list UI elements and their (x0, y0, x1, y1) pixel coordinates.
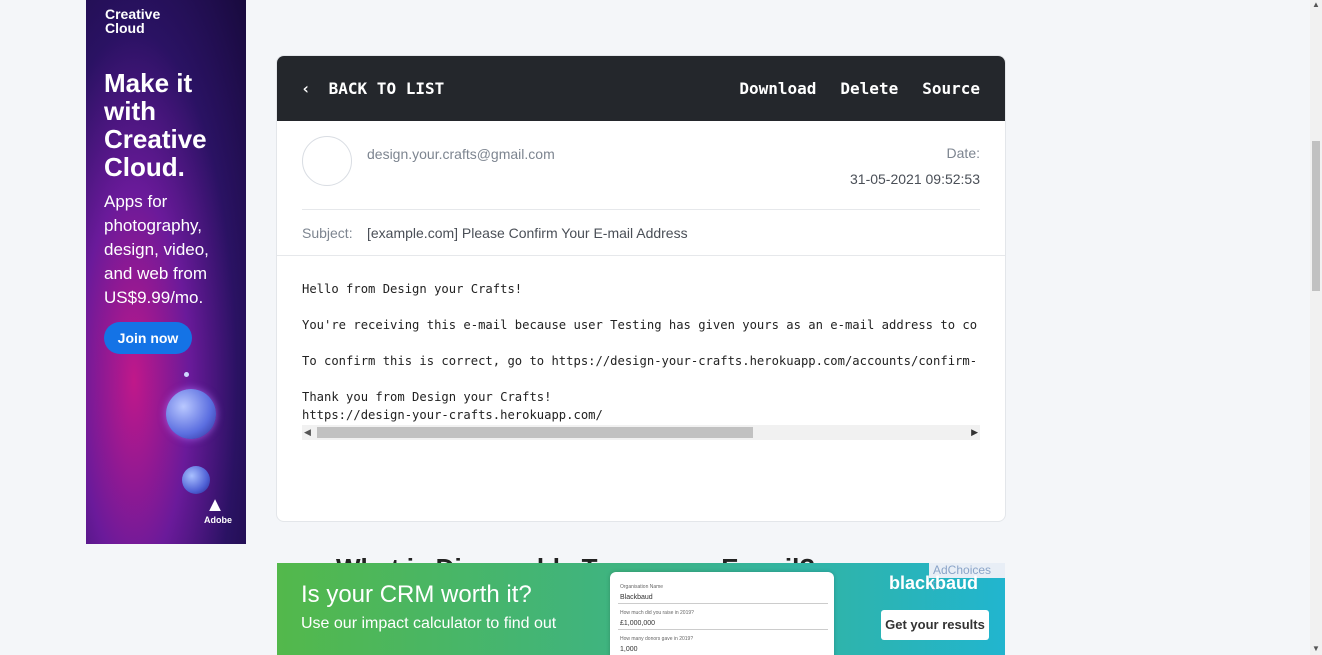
page-scrollbar-thumb[interactable] (1312, 141, 1320, 291)
subject-divider (277, 255, 1005, 256)
email-body-horizontal-scrollbar[interactable]: ◀ ▶ (302, 425, 980, 440)
ad-subline: Use our impact calculator to find out (301, 615, 557, 632)
scroll-right-icon[interactable]: ▶ (971, 427, 978, 438)
back-to-list-label: BACK TO LIST (328, 79, 445, 98)
back-to-list-button[interactable]: ‹ BACK TO LIST (301, 79, 444, 98)
ad-form-field: Blackbaud (618, 592, 828, 604)
source-button[interactable]: Source (922, 79, 980, 98)
adobe-logo: ▲ Adobe (204, 494, 232, 525)
scroll-left-icon[interactable]: ◀ (304, 427, 311, 438)
subject-label: Subject: (302, 225, 353, 241)
ad-subtext: Apps for photography, design, video, and… (104, 192, 209, 307)
scroll-up-icon[interactable]: ▲ (1312, 0, 1320, 9)
ad-brand-logo: blackbaud (889, 573, 979, 593)
ad-planet-small-decoration (182, 466, 210, 494)
ad-form-label: Organisation Name (620, 584, 664, 590)
subject-value: [example.com] Please Confirm Your E-mail… (367, 225, 688, 241)
left-ad-banner[interactable]: Creative Cloud Make it with Creative Clo… (86, 0, 246, 544)
page-vertical-scrollbar[interactable]: ▲ ▼ (1310, 0, 1322, 655)
ad-brand: Creative Cloud (105, 6, 161, 36)
ad-form-preview: Organisation Name Blackbaud How much did… (610, 572, 834, 655)
delete-button[interactable]: Delete (840, 79, 898, 98)
ad-form-label: How much did you raise in 2019? (620, 610, 694, 616)
ad-form-label: How many donors gave in 2019? (620, 636, 694, 642)
scroll-down-icon[interactable]: ▼ (1312, 644, 1320, 653)
chevron-left-icon: ‹ (301, 79, 311, 98)
ad-cta-button[interactable]: Get your results (881, 610, 989, 640)
header-divider (302, 209, 980, 210)
date-label: Date: (946, 145, 980, 161)
email-body: Hello from Design your Crafts! You're re… (302, 282, 978, 422)
ad-form-field: 1,000 (618, 644, 828, 655)
ad-planet-decoration (166, 389, 216, 439)
email-view-card: ‹ BACK TO LIST Download Delete Source de… (276, 55, 1006, 522)
adobe-logo-text: Adobe (204, 515, 232, 525)
email-actions: Download Delete Source (739, 79, 980, 98)
ad-headline: Make it with Creative Cloud. (104, 68, 207, 182)
email-toolbar: ‹ BACK TO LIST Download Delete Source (277, 56, 1005, 121)
bottom-ad-banner[interactable]: Is your CRM worth it? Use our impact cal… (277, 563, 1005, 655)
scrollbar-thumb[interactable] (317, 427, 753, 438)
ad-join-button[interactable]: Join now (104, 322, 192, 354)
download-button[interactable]: Download (739, 79, 816, 98)
ad-star-decoration (184, 372, 189, 377)
sender-email: design.your.crafts@gmail.com (367, 146, 555, 162)
sender-avatar (302, 136, 352, 186)
adobe-icon: ▲ (205, 494, 225, 516)
date-value: 31-05-2021 09:52:53 (850, 171, 980, 187)
ad-headline: Is your CRM worth it? (301, 581, 532, 608)
ad-form-field: £1,000,000 (618, 618, 828, 630)
